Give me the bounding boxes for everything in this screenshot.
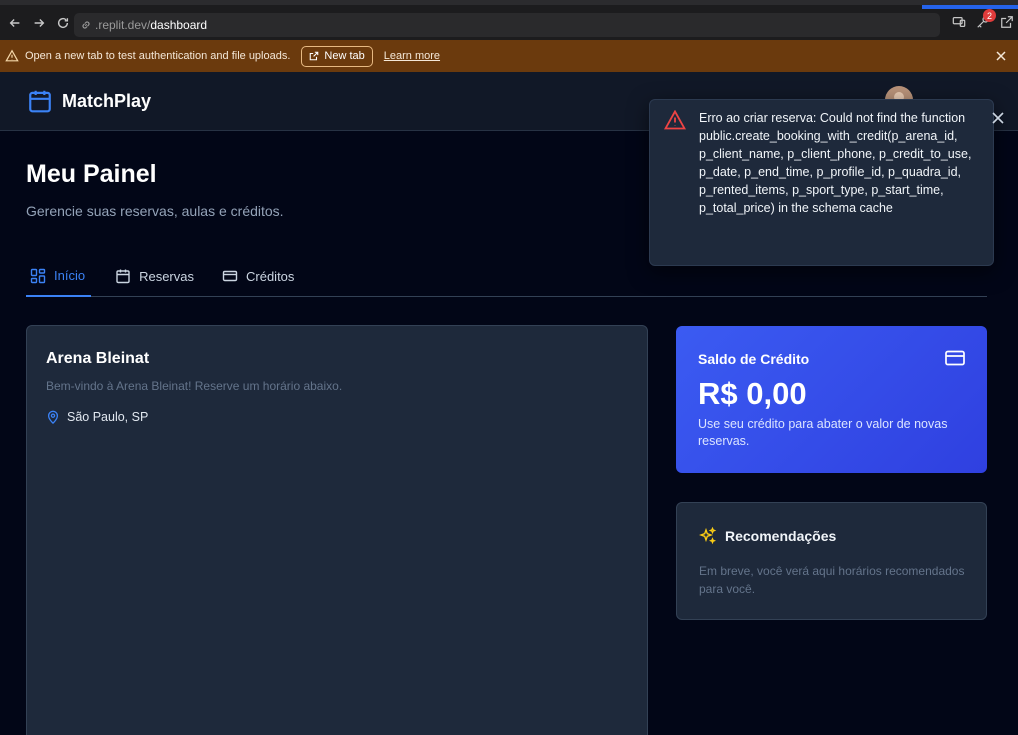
arrow-left-icon (9, 18, 20, 27)
tab-label: Reservas (139, 268, 194, 284)
banner-message: Open a new tab to test authentication an… (25, 50, 291, 62)
recommendations-header: Recomendações (699, 527, 836, 545)
credit-card-icon (222, 270, 238, 282)
page-subtitle: Gerencie suas reservas, aulas e créditos… (26, 203, 284, 219)
warning-banner: Open a new tab to test authentication an… (0, 40, 1018, 72)
address-bar[interactable]: .replit.dev/dashboard (74, 13, 940, 37)
open-external-icon[interactable] (1000, 15, 1014, 34)
tab-label: Início (54, 268, 86, 283)
toast-message: Erro ao criar reserva: Could not find th… (699, 111, 972, 215)
credit-amount: R$ 0,00 (698, 376, 807, 411)
map-pin-icon (47, 410, 59, 424)
devices-icon[interactable] (952, 15, 966, 34)
tab-inicio[interactable]: Início (26, 256, 92, 297)
learn-more-link[interactable]: Learn more (384, 50, 440, 62)
arena-welcome: Bem-vindo à Arena Bleinat! Reserve um ho… (46, 379, 343, 393)
url-path: dashboard (150, 18, 208, 32)
url-host: .replit.dev/ (95, 18, 151, 32)
tab-reservas[interactable]: Reservas (111, 256, 198, 296)
tab-label: Créditos (246, 268, 295, 284)
banner-close-icon[interactable] (994, 49, 1008, 63)
arena-card: Arena Bleinat Bem-vindo à Arena Bleinat!… (26, 325, 648, 735)
extensions-button[interactable]: 2 (976, 9, 996, 34)
credit-label: Saldo de Crédito (698, 351, 810, 367)
reload-icon (57, 17, 69, 28)
new-tab-button[interactable]: New tab (301, 45, 373, 67)
toast-close-icon[interactable] (991, 111, 1005, 125)
recommendations-card: Recomendações Em breve, você verá aqui h… (676, 502, 987, 620)
alert-triangle-icon (664, 110, 686, 130)
location-text: São Paulo, SP (67, 410, 149, 424)
link-icon (80, 19, 92, 31)
error-toast: Erro ao criar reserva: Could not find th… (649, 99, 1004, 266)
credit-card-icon (945, 350, 965, 366)
calendar-logo-icon (27, 88, 53, 114)
arrow-right-icon (34, 18, 45, 27)
page-title: Meu Painel (26, 160, 157, 188)
notification-badge: 2 (983, 9, 996, 22)
browser-accent-bar (922, 5, 1018, 9)
calendar-icon (116, 269, 130, 284)
new-tab-label: New tab (324, 50, 365, 62)
arena-name: Arena Bleinat (46, 350, 150, 367)
credit-description: Use seu crédito para abater o valor de n… (698, 417, 948, 448)
tab-creditos[interactable]: Créditos (218, 256, 298, 296)
external-link-icon (310, 51, 319, 61)
browser-toolbar: .replit.dev/dashboard 2 (0, 0, 1018, 40)
forward-button[interactable] (28, 12, 50, 34)
recommendations-description: Em breve, você verá aqui horários recome… (699, 564, 965, 596)
reload-button[interactable] (52, 12, 74, 34)
arena-location: São Paulo, SP (46, 410, 148, 424)
sparkles-icon (699, 527, 717, 545)
back-button[interactable] (4, 12, 26, 34)
warning-triangle-icon (5, 49, 19, 63)
credit-balance-card: Saldo de Crédito R$ 0,00 Use seu crédito… (676, 326, 987, 473)
recommendations-title: Recomendações (725, 528, 837, 544)
layout-grid-icon (30, 268, 46, 283)
app-name[interactable]: MatchPlay (62, 91, 151, 112)
